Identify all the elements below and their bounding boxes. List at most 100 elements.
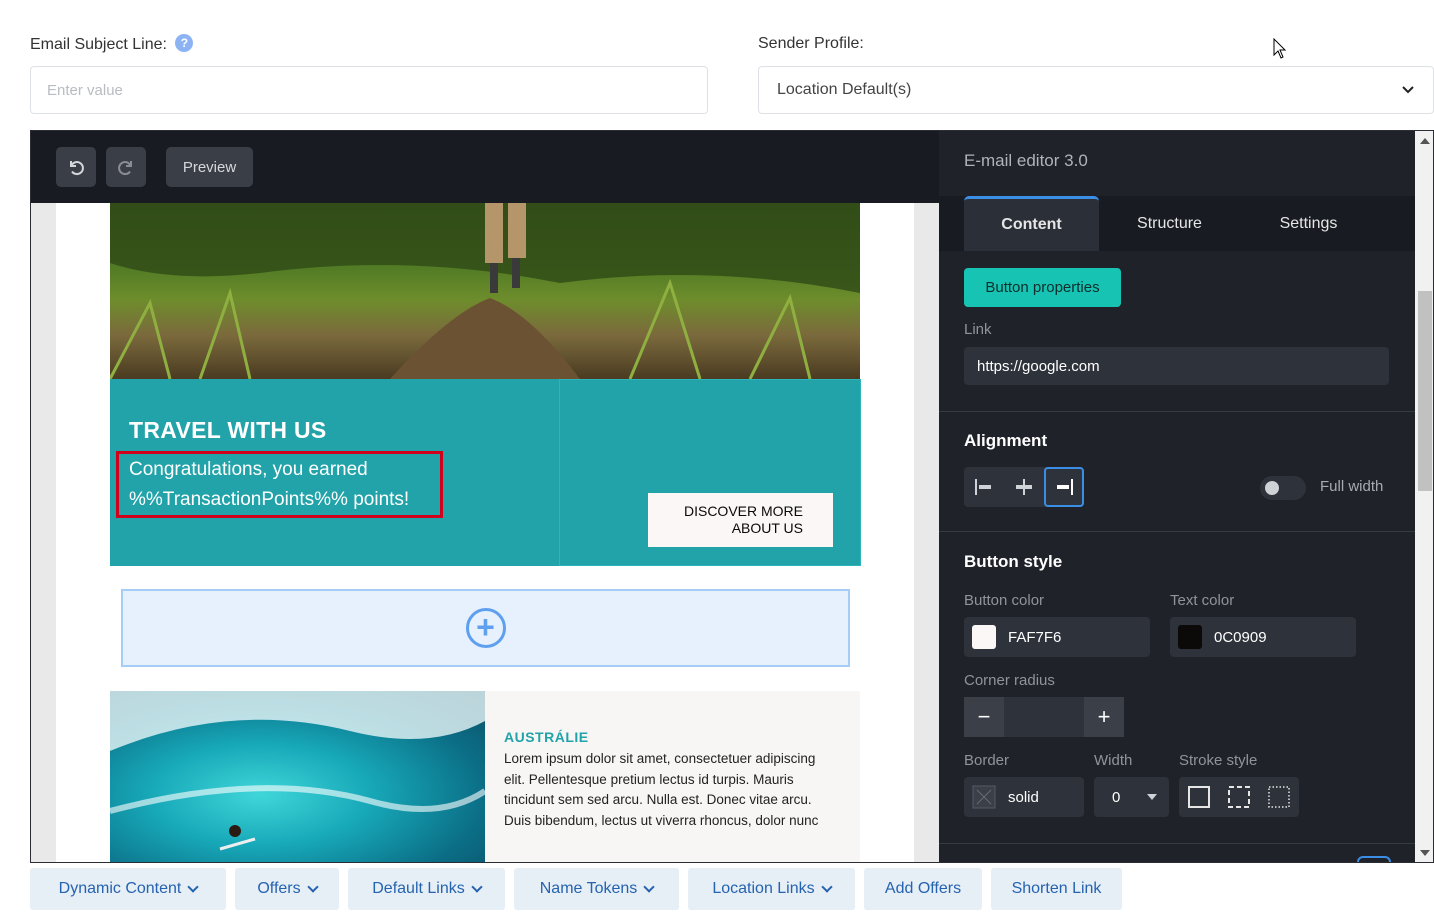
hiker-image[interactable] — [110, 203, 860, 379]
stroke-solid-icon — [1188, 786, 1210, 808]
link-input[interactable]: https://google.com — [964, 347, 1389, 385]
link-label: Link — [964, 321, 992, 338]
help-icon[interactable]: ? — [175, 34, 194, 52]
redo-button[interactable] — [106, 147, 146, 187]
button-color-field[interactable]: FAF7F6 — [964, 617, 1150, 657]
chevron-down-icon — [820, 880, 833, 893]
surf-wave-image[interactable] — [110, 691, 485, 862]
text-color-value: 0C0909 — [1214, 628, 1267, 646]
name-tokens-label: Name Tokens — [539, 880, 638, 897]
toggle-knob — [1265, 481, 1279, 495]
corner-radius-label: Corner radius — [964, 672, 1055, 689]
hero-text-block[interactable]: TRAVEL WITH US Congratulations, you earn… — [110, 379, 559, 566]
redo-icon — [118, 161, 132, 176]
text-color-swatch[interactable] — [1178, 625, 1202, 649]
name-tokens-button[interactable]: Name Tokens — [514, 868, 679, 910]
stroke-dotted-button[interactable] — [1259, 777, 1299, 817]
shorten-link-button[interactable]: Shorten Link — [991, 868, 1122, 910]
dynamic-content-button[interactable]: Dynamic Content — [30, 868, 226, 910]
chevron-down-icon — [1402, 86, 1414, 94]
stroke-dashed-button[interactable] — [1219, 777, 1259, 817]
caret-down-icon — [1147, 794, 1157, 800]
align-center-button[interactable] — [1004, 467, 1044, 507]
editor-toolbar: Preview — [31, 131, 939, 203]
stroke-style-group — [1179, 777, 1299, 817]
corner-radius-value[interactable] — [1004, 697, 1084, 737]
scroll-up-icon[interactable] — [1420, 137, 1430, 145]
email-editor: Preview TRAVEL WITH US Congratulations, … — [30, 130, 1434, 863]
mouse-cursor-icon — [1273, 38, 1287, 59]
preview-button[interactable]: Preview — [166, 147, 253, 187]
location-links-label: Location Links — [712, 880, 815, 897]
hiker-illustration — [110, 203, 860, 379]
align-left-icon — [975, 479, 991, 495]
add-offers-button[interactable]: Add Offers — [864, 868, 982, 910]
stroke-solid-button[interactable] — [1179, 777, 1219, 817]
wave-illustration — [110, 691, 485, 851]
sender-label: Sender Profile: — [758, 35, 864, 52]
chevron-down-icon — [471, 880, 483, 893]
article-body: Lorem ipsum dolor sit amet, consectetuer… — [504, 751, 819, 828]
border-select[interactable]: solid — [964, 777, 1084, 817]
width-label: Width — [1094, 752, 1133, 769]
cta-line2: ABOUT US — [731, 520, 803, 536]
discover-more-button[interactable]: DISCOVER MORE ABOUT US — [648, 493, 833, 547]
cta-block[interactable]: DISCOVER MORE ABOUT US — [559, 379, 861, 566]
location-links-button[interactable]: Location Links — [688, 868, 855, 910]
plus-icon[interactable]: + — [1084, 697, 1124, 737]
button-properties-badge[interactable]: Button properties — [964, 268, 1121, 307]
properties-panel: E-mail editor 3.0 Content Structure Sett… — [939, 131, 1415, 862]
default-links-button[interactable]: Default Links — [348, 868, 505, 910]
highlight-box — [116, 451, 443, 518]
border-swatch-icon — [972, 785, 996, 809]
button-color-swatch[interactable] — [972, 625, 996, 649]
chevron-down-icon — [643, 880, 655, 893]
chevron-down-icon — [187, 880, 200, 893]
offers-button[interactable]: Offers — [235, 868, 339, 910]
panel-tabs: Content Structure Settings — [939, 196, 1415, 251]
article-title: AUSTRÁLIE — [504, 729, 589, 745]
panel-scrollbar[interactable] — [1415, 131, 1433, 862]
article-block[interactable]: AUSTRÁLIE Lorem ipsum dolor sit amet, co… — [485, 691, 860, 862]
tab-content[interactable]: Content — [964, 196, 1099, 251]
text-color-label: Text color — [1170, 592, 1235, 609]
subject-input[interactable]: Enter value — [30, 66, 708, 114]
scroll-thumb[interactable] — [1418, 291, 1432, 491]
border-label: Border — [964, 752, 1010, 769]
tab-structure[interactable]: Structure — [1102, 196, 1237, 251]
align-right-icon — [1057, 479, 1073, 495]
sender-select-value: Location Default(s) — [777, 81, 912, 98]
default-links-label: Default Links — [372, 880, 465, 897]
divider — [939, 843, 1415, 844]
scroll-down-icon[interactable] — [1420, 849, 1430, 857]
undo-button[interactable] — [56, 147, 96, 187]
chevron-down-icon — [306, 880, 319, 893]
divider — [939, 531, 1415, 532]
plus-circle-icon[interactable]: + — [465, 608, 506, 648]
panel-title: E-mail editor 3.0 — [964, 151, 1088, 170]
sender-select[interactable]: Location Default(s) — [758, 66, 1434, 114]
text-color-field[interactable]: 0C0909 — [1170, 617, 1356, 657]
hero-title: TRAVEL WITH US — [129, 417, 327, 443]
width-select[interactable]: 0 — [1094, 777, 1169, 817]
alignment-heading: Alignment — [964, 431, 1048, 450]
cta-line1: DISCOVER MORE — [683, 503, 803, 519]
add-block-row[interactable]: + — [121, 589, 850, 667]
button-color-value: FAF7F6 — [1008, 628, 1062, 646]
stroke-dotted-icon — [1268, 786, 1290, 808]
next-section-toggle[interactable] — [1357, 856, 1391, 862]
button-color-label: Button color — [964, 592, 1045, 609]
subject-label-text: Email Subject Line: — [30, 36, 167, 53]
align-left-button[interactable] — [964, 467, 1004, 507]
minus-icon[interactable]: − — [964, 697, 1004, 737]
tab-settings[interactable]: Settings — [1241, 196, 1376, 251]
alignment-group — [964, 467, 1084, 507]
stroke-dashed-icon — [1228, 786, 1250, 808]
full-width-toggle[interactable] — [1260, 476, 1306, 500]
border-value: solid — [1008, 788, 1039, 806]
width-value: 0 — [1112, 788, 1121, 806]
corner-radius-stepper: − + — [964, 697, 1124, 737]
align-center-icon — [1016, 479, 1032, 495]
align-right-button[interactable] — [1044, 467, 1084, 507]
undo-icon — [70, 161, 84, 176]
